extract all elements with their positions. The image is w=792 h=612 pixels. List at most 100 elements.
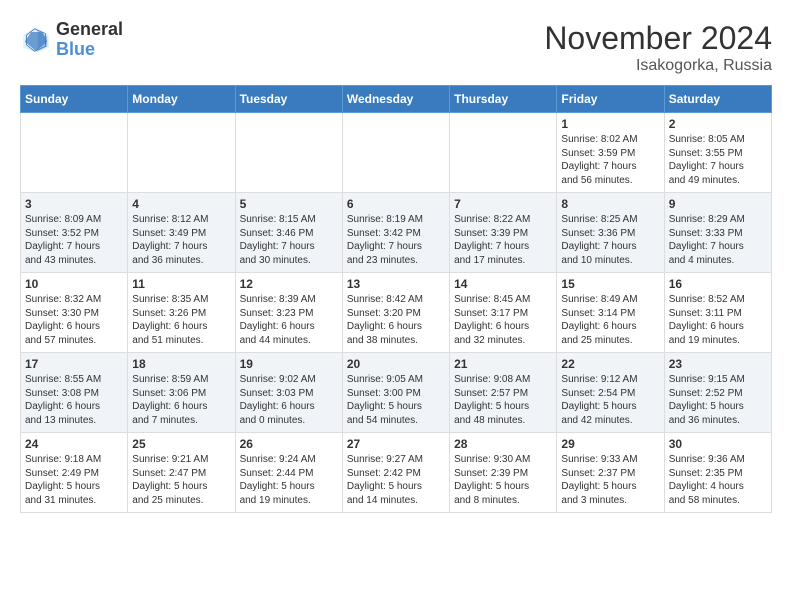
calendar-table: SundayMondayTuesdayWednesdayThursdayFrid…: [20, 85, 772, 513]
day-number: 22: [561, 357, 659, 371]
calendar-week-row: 17 Sunrise: 8:55 AM Sunset: 3:08 PM Dayli…: [21, 353, 772, 433]
calendar-cell: 2 Sunrise: 8:05 AM Sunset: 3:55 PM Daylig…: [664, 113, 771, 193]
calendar-cell: 7Sunrise: 8:22 AM Sunset: 3:39 PM Daylig…: [450, 193, 557, 273]
calendar-cell: 18 Sunrise: 8:59 AM Sunset: 3:06 PM Dayli…: [128, 353, 235, 433]
day-number: 3: [25, 197, 123, 211]
day-info: Sunrise: 8:12 AM Sunset: 3:49 PM Dayligh…: [132, 213, 230, 267]
day-number: 13: [347, 277, 445, 291]
calendar-cell: [128, 113, 235, 193]
day-number: 27: [347, 437, 445, 451]
calendar-week-row: 24Sunrise: 9:18 AM Sunset: 2:49 PM Dayli…: [21, 433, 772, 513]
calendar-cell: 29 Sunrise: 9:33 AM Sunset: 2:37 PM Dayli…: [557, 433, 664, 513]
day-number: 19: [240, 357, 338, 371]
day-info: Sunrise: 8:45 AM Sunset: 3:17 PM Dayligh…: [454, 293, 552, 347]
calendar-cell: 17 Sunrise: 8:55 AM Sunset: 3:08 PM Dayli…: [21, 353, 128, 433]
day-info: Sunrise: 9:24 AM Sunset: 2:44 PM Dayligh…: [240, 453, 338, 507]
day-info: Sunrise: 9:33 AM Sunset: 2:37 PM Dayligh…: [561, 453, 659, 507]
day-info: Sunrise: 8:09 AM Sunset: 3:52 PM Dayligh…: [25, 213, 123, 267]
calendar-cell: 12 Sunrise: 8:39 AM Sunset: 3:23 PM Dayli…: [235, 273, 342, 353]
day-number: 18: [132, 357, 230, 371]
day-info: Sunrise: 9:18 AM Sunset: 2:49 PM Dayligh…: [25, 453, 123, 507]
day-number: 2: [669, 117, 767, 131]
day-info: Sunrise: 9:05 AM Sunset: 3:00 PM Dayligh…: [347, 373, 445, 427]
calendar-cell: 13 Sunrise: 8:42 AM Sunset: 3:20 PM Dayli…: [342, 273, 449, 353]
day-info: Sunrise: 9:12 AM Sunset: 2:54 PM Dayligh…: [561, 373, 659, 427]
calendar-cell: 30 Sunrise: 9:36 AM Sunset: 2:35 PM Dayli…: [664, 433, 771, 513]
calendar-cell: 22 Sunrise: 9:12 AM Sunset: 2:54 PM Dayli…: [557, 353, 664, 433]
calendar-cell: 6 Sunrise: 8:19 AM Sunset: 3:42 PM Daylig…: [342, 193, 449, 273]
day-number: 15: [561, 277, 659, 291]
day-info: Sunrise: 8:22 AM Sunset: 3:39 PM Dayligh…: [454, 213, 552, 267]
day-number: 26: [240, 437, 338, 451]
calendar-cell: 25 Sunrise: 9:21 AM Sunset: 2:47 PM Dayli…: [128, 433, 235, 513]
day-info: Sunrise: 8:05 AM Sunset: 3:55 PM Dayligh…: [669, 133, 767, 187]
calendar-cell: 20 Sunrise: 9:05 AM Sunset: 3:00 PM Dayli…: [342, 353, 449, 433]
day-number: 6: [347, 197, 445, 211]
day-number: 30: [669, 437, 767, 451]
calendar-cell: 11Sunrise: 8:35 AM Sunset: 3:26 PM Dayli…: [128, 273, 235, 353]
day-info: Sunrise: 9:36 AM Sunset: 2:35 PM Dayligh…: [669, 453, 767, 507]
day-number: 14: [454, 277, 552, 291]
calendar-cell: 15 Sunrise: 8:49 AM Sunset: 3:14 PM Dayli…: [557, 273, 664, 353]
day-info: Sunrise: 8:49 AM Sunset: 3:14 PM Dayligh…: [561, 293, 659, 347]
calendar-cell: 24Sunrise: 9:18 AM Sunset: 2:49 PM Dayli…: [21, 433, 128, 513]
day-info: Sunrise: 9:30 AM Sunset: 2:39 PM Dayligh…: [454, 453, 552, 507]
day-info: Sunrise: 9:08 AM Sunset: 2:57 PM Dayligh…: [454, 373, 552, 427]
day-info: Sunrise: 8:39 AM Sunset: 3:23 PM Dayligh…: [240, 293, 338, 347]
day-number: 11: [132, 277, 230, 291]
day-number: 12: [240, 277, 338, 291]
weekday-header: Sunday: [21, 86, 128, 113]
day-info: Sunrise: 8:59 AM Sunset: 3:06 PM Dayligh…: [132, 373, 230, 427]
calendar-cell: 8 Sunrise: 8:25 AM Sunset: 3:36 PM Daylig…: [557, 193, 664, 273]
calendar-week-row: 1 Sunrise: 8:02 AM Sunset: 3:59 PM Daylig…: [21, 113, 772, 193]
day-info: Sunrise: 8:55 AM Sunset: 3:08 PM Dayligh…: [25, 373, 123, 427]
weekday-header: Wednesday: [342, 86, 449, 113]
calendar-cell: 21Sunrise: 9:08 AM Sunset: 2:57 PM Dayli…: [450, 353, 557, 433]
day-number: 4: [132, 197, 230, 211]
day-info: Sunrise: 8:25 AM Sunset: 3:36 PM Dayligh…: [561, 213, 659, 267]
weekday-header: Thursday: [450, 86, 557, 113]
logo-icon: [20, 24, 52, 56]
day-info: Sunrise: 9:02 AM Sunset: 3:03 PM Dayligh…: [240, 373, 338, 427]
day-info: Sunrise: 8:02 AM Sunset: 3:59 PM Dayligh…: [561, 133, 659, 187]
day-info: Sunrise: 8:42 AM Sunset: 3:20 PM Dayligh…: [347, 293, 445, 347]
day-info: Sunrise: 8:32 AM Sunset: 3:30 PM Dayligh…: [25, 293, 123, 347]
calendar-cell: [450, 113, 557, 193]
title-block: November 2024 Isakogorka, Russia: [544, 20, 772, 75]
calendar-cell: 4 Sunrise: 8:12 AM Sunset: 3:49 PM Daylig…: [128, 193, 235, 273]
calendar-cell: [235, 113, 342, 193]
weekday-header: Friday: [557, 86, 664, 113]
logo: General Blue: [20, 20, 123, 60]
calendar-cell: 26 Sunrise: 9:24 AM Sunset: 2:44 PM Dayli…: [235, 433, 342, 513]
day-number: 9: [669, 197, 767, 211]
day-info: Sunrise: 8:29 AM Sunset: 3:33 PM Dayligh…: [669, 213, 767, 267]
calendar-cell: 27 Sunrise: 9:27 AM Sunset: 2:42 PM Dayli…: [342, 433, 449, 513]
calendar-cell: [342, 113, 449, 193]
day-number: 25: [132, 437, 230, 451]
calendar-cell: 14 Sunrise: 8:45 AM Sunset: 3:17 PM Dayli…: [450, 273, 557, 353]
day-number: 20: [347, 357, 445, 371]
day-number: 8: [561, 197, 659, 211]
calendar-cell: [21, 113, 128, 193]
weekday-header-row: SundayMondayTuesdayWednesdayThursdayFrid…: [21, 86, 772, 113]
day-number: 29: [561, 437, 659, 451]
day-number: 16: [669, 277, 767, 291]
logo-text: General Blue: [56, 20, 123, 60]
day-info: Sunrise: 9:21 AM Sunset: 2:47 PM Dayligh…: [132, 453, 230, 507]
day-number: 17: [25, 357, 123, 371]
day-number: 1: [561, 117, 659, 131]
page-header: General Blue November 2024 Isakogorka, R…: [20, 20, 772, 75]
calendar-cell: 5Sunrise: 8:15 AM Sunset: 3:46 PM Daylig…: [235, 193, 342, 273]
day-info: Sunrise: 9:27 AM Sunset: 2:42 PM Dayligh…: [347, 453, 445, 507]
weekday-header: Saturday: [664, 86, 771, 113]
day-info: Sunrise: 8:15 AM Sunset: 3:46 PM Dayligh…: [240, 213, 338, 267]
calendar-cell: 19 Sunrise: 9:02 AM Sunset: 3:03 PM Dayli…: [235, 353, 342, 433]
calendar-cell: 28Sunrise: 9:30 AM Sunset: 2:39 PM Dayli…: [450, 433, 557, 513]
day-info: Sunrise: 8:19 AM Sunset: 3:42 PM Dayligh…: [347, 213, 445, 267]
day-number: 23: [669, 357, 767, 371]
weekday-header: Tuesday: [235, 86, 342, 113]
calendar-cell: 3 Sunrise: 8:09 AM Sunset: 3:52 PM Daylig…: [21, 193, 128, 273]
calendar-week-row: 10Sunrise: 8:32 AM Sunset: 3:30 PM Dayli…: [21, 273, 772, 353]
day-info: Sunrise: 9:15 AM Sunset: 2:52 PM Dayligh…: [669, 373, 767, 427]
calendar-cell: 9 Sunrise: 8:29 AM Sunset: 3:33 PM Daylig…: [664, 193, 771, 273]
